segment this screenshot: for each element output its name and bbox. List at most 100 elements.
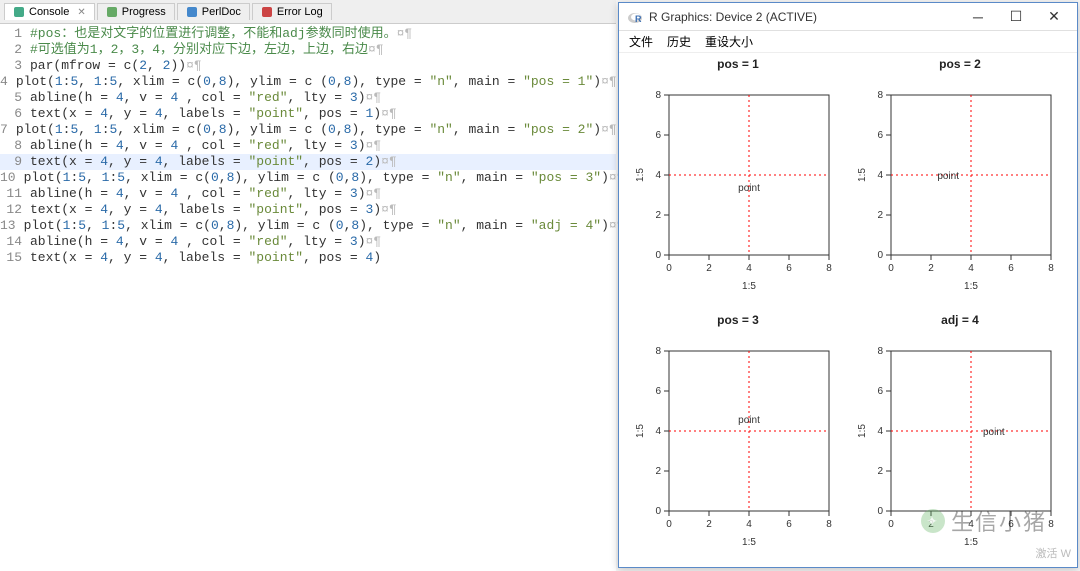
code-text: text(x = 4, y = 4, labels = "point", pos…: [30, 202, 397, 218]
svg-text:1:5: 1:5: [742, 281, 756, 292]
code-text: text(x = 4, y = 4, labels = "point", pos…: [30, 106, 397, 122]
svg-text:1:5: 1:5: [635, 424, 646, 438]
code-text: abline(h = 4, v = 4 , col = "red", lty =…: [30, 186, 381, 202]
svg-text:8: 8: [877, 346, 883, 357]
svg-text:8: 8: [877, 90, 883, 101]
code-line[interactable]: 10plot(1:5, 1:5, xlim = c(0,8), ylim = c…: [0, 170, 616, 186]
editor-pane: Console✕ Progress PerlDoc Error Log 1#pos：也…: [0, 0, 616, 571]
errorlog-icon: [261, 6, 273, 18]
maximize-button[interactable]: ☐: [1001, 6, 1031, 28]
code-text: plot(1:5, 1:5, xlim = c(0,8), ylim = c (…: [24, 170, 625, 186]
tab-label: Progress: [122, 6, 166, 18]
svg-text:4: 4: [655, 170, 661, 181]
plot-panel: pos = 102468024681:51:5point: [629, 57, 847, 307]
window-titlebar[interactable]: R R Graphics: Device 2 (ACTIVE) ─ ☐ ✕: [619, 3, 1077, 31]
line-number: 5: [0, 90, 30, 106]
close-button[interactable]: ✕: [1039, 6, 1069, 28]
svg-text:4: 4: [746, 519, 752, 530]
code-line[interactable]: 9text(x = 4, y = 4, labels = "point", po…: [0, 154, 616, 170]
line-number: 11: [0, 186, 30, 202]
r-logo-icon: R: [627, 9, 643, 25]
line-number: 8: [0, 138, 30, 154]
code-text: abline(h = 4, v = 4 , col = "red", lty =…: [30, 90, 381, 106]
menu-item[interactable]: 文件: [629, 33, 653, 50]
plot-title: pos = 1: [629, 57, 847, 71]
code-line[interactable]: 8abline(h = 4, v = 4 , col = "red", lty …: [0, 138, 616, 154]
svg-text:2: 2: [928, 263, 934, 274]
perldoc-icon: [186, 6, 198, 18]
line-number: 1: [0, 26, 30, 42]
line-number: 12: [0, 202, 30, 218]
tab-perldoc[interactable]: PerlDoc: [177, 3, 250, 20]
code-line[interactable]: 4plot(1:5, 1:5, xlim = c(0,8), ylim = c …: [0, 74, 616, 90]
line-number: 10: [0, 170, 24, 186]
line-number: 9: [0, 154, 30, 170]
code-line[interactable]: 13plot(1:5, 1:5, xlim = c(0,8), ylim = c…: [0, 218, 616, 234]
svg-text:point: point: [738, 183, 760, 194]
svg-text:4: 4: [655, 426, 661, 437]
code-text: plot(1:5, 1:5, xlim = c(0,8), ylim = c (…: [16, 74, 617, 90]
code-text: plot(1:5, 1:5, xlim = c(0,8), ylim = c (…: [16, 122, 617, 138]
svg-text:4: 4: [968, 263, 974, 274]
window-title: R Graphics: Device 2 (ACTIVE): [649, 10, 963, 24]
svg-text:6: 6: [655, 130, 661, 141]
svg-text:2: 2: [655, 210, 661, 221]
code-line[interactable]: 3par(mfrow = c(2, 2))¤¶: [0, 58, 616, 74]
code-line[interactable]: 5abline(h = 4, v = 4 , col = "red", lty …: [0, 90, 616, 106]
code-line[interactable]: 14abline(h = 4, v = 4 , col = "red", lty…: [0, 234, 616, 250]
svg-text:6: 6: [655, 386, 661, 397]
code-line[interactable]: 15text(x = 4, y = 4, labels = "point", p…: [0, 250, 616, 266]
svg-text:2: 2: [706, 519, 712, 530]
menu-item[interactable]: 重设大小: [705, 33, 753, 50]
svg-text:0: 0: [655, 506, 661, 517]
svg-text:8: 8: [1048, 263, 1054, 274]
code-text: abline(h = 4, v = 4 , col = "red", lty =…: [30, 138, 381, 154]
menu-item[interactable]: 历史: [667, 33, 691, 50]
code-line[interactable]: 6text(x = 4, y = 4, labels = "point", po…: [0, 106, 616, 122]
svg-text:1:5: 1:5: [964, 537, 978, 548]
activate-windows-text: 激活 W: [1036, 545, 1071, 561]
svg-text:0: 0: [666, 519, 672, 530]
line-number: 2: [0, 42, 30, 58]
svg-text:4: 4: [877, 426, 883, 437]
svg-text:1:5: 1:5: [635, 168, 646, 182]
minimize-button[interactable]: ─: [963, 6, 993, 28]
svg-text:6: 6: [877, 386, 883, 397]
svg-text:point: point: [983, 427, 1005, 438]
svg-text:1:5: 1:5: [857, 424, 868, 438]
line-number: 7: [0, 122, 16, 138]
svg-text:2: 2: [877, 210, 883, 221]
line-number: 14: [0, 234, 30, 250]
plot-title: adj = 4: [851, 313, 1069, 327]
svg-text:0: 0: [888, 263, 894, 274]
svg-text:0: 0: [877, 250, 883, 261]
tab-label: PerlDoc: [202, 6, 241, 18]
code-line[interactable]: 7plot(1:5, 1:5, xlim = c(0,8), ylim = c …: [0, 122, 616, 138]
code-text: abline(h = 4, v = 4 , col = "red", lty =…: [30, 234, 381, 250]
line-number: 6: [0, 106, 30, 122]
code-line[interactable]: 11abline(h = 4, v = 4 , col = "red", lty…: [0, 186, 616, 202]
code-area[interactable]: 1#pos：也是对文字的位置进行调整，不能和adj参数同时使用。¤¶2#可选值为…: [0, 24, 616, 266]
code-text: text(x = 4, y = 4, labels = "point", pos…: [30, 154, 397, 170]
code-line[interactable]: 2#可选值为1，2，3，4，分别对应下边，左边，上边，右边¤¶: [0, 42, 616, 58]
svg-text:0: 0: [666, 263, 672, 274]
editor-tabs: Console✕ Progress PerlDoc Error Log: [0, 0, 616, 24]
close-icon[interactable]: ✕: [77, 7, 85, 18]
tab-error-log[interactable]: Error Log: [252, 3, 332, 20]
tab-progress[interactable]: Progress: [97, 3, 175, 20]
svg-text:8: 8: [826, 519, 832, 530]
code-text: par(mfrow = c(2, 2))¤¶: [30, 58, 202, 74]
svg-text:6: 6: [786, 263, 792, 274]
svg-text:point: point: [738, 415, 760, 426]
line-number: 3: [0, 58, 30, 74]
watermark-text: 生信小猪: [951, 505, 1047, 537]
tab-console[interactable]: Console✕: [4, 3, 95, 20]
svg-text:0: 0: [655, 250, 661, 261]
plot-title: pos = 2: [851, 57, 1069, 71]
svg-text:8: 8: [1048, 519, 1054, 530]
svg-text:4: 4: [877, 170, 883, 181]
code-line[interactable]: 12text(x = 4, y = 4, labels = "point", p…: [0, 202, 616, 218]
watermark: ✦ 生信小猪: [921, 505, 1047, 537]
code-line[interactable]: 1#pos：也是对文字的位置进行调整，不能和adj参数同时使用。¤¶: [0, 26, 616, 42]
tab-label: Error Log: [277, 6, 323, 18]
